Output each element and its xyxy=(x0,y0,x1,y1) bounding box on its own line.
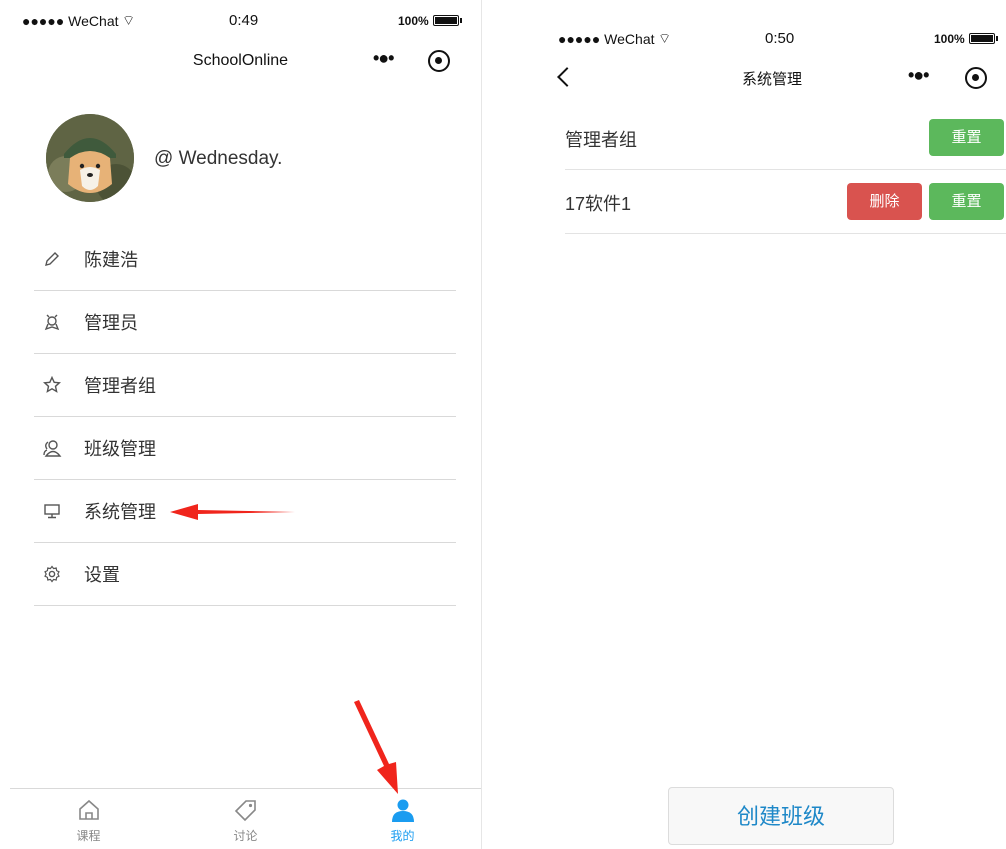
home-icon xyxy=(76,797,102,823)
row-label: 17软件1 xyxy=(565,194,632,214)
list-item: 17软件1 删除 重置 xyxy=(565,170,1006,234)
battery-percent: 100% xyxy=(934,32,965,46)
person-icon xyxy=(390,797,416,823)
tab-courses[interactable]: 课程 xyxy=(10,789,167,849)
battery-indicator: 100% xyxy=(934,32,998,46)
menu-item-label: 设置 xyxy=(84,565,120,585)
tab-label: 讨论 xyxy=(233,829,258,843)
system-list: 管理者组 重置 17软件1 删除 重置 xyxy=(565,106,1006,234)
status-bar: ●●●●● WeChat ⌔ 0:49 100% xyxy=(0,10,481,32)
menu-item-admin[interactable]: 管理员 xyxy=(34,291,456,354)
tag-icon xyxy=(233,797,259,823)
close-miniprogram-icon[interactable] xyxy=(965,67,987,89)
menu-item-label: 管理员 xyxy=(84,313,138,333)
tab-discussion[interactable]: 讨论 xyxy=(167,789,324,849)
tab-label: 课程 xyxy=(76,829,101,843)
battery-indicator: 100% xyxy=(398,14,462,28)
create-class-button[interactable]: 创建班级 xyxy=(668,787,894,845)
battery-percent: 100% xyxy=(398,14,429,28)
gear-icon xyxy=(42,564,62,584)
annotation-arrow-icon xyxy=(170,504,295,520)
tab-mine[interactable]: 我的 xyxy=(324,789,481,849)
menu-item-label: 班级管理 xyxy=(84,439,156,459)
award-icon xyxy=(42,312,62,332)
users-icon xyxy=(42,438,62,458)
profile-menu: 陈建浩 管理员 管理者组 班级管理 系统管理 设置 xyxy=(34,228,456,606)
menu-item-settings[interactable]: 设置 xyxy=(34,543,456,606)
battery-icon xyxy=(968,33,998,44)
row-label: 管理者组 xyxy=(565,130,637,150)
close-miniprogram-icon[interactable] xyxy=(428,50,450,72)
status-bar: ●●●●● WeChat ⌔ 0:50 100% xyxy=(538,28,1006,50)
tab-bar: 课程 讨论 我的 xyxy=(10,788,481,849)
status-time: 0:49 xyxy=(229,12,259,29)
menu-item-label: 陈建浩 xyxy=(84,250,138,270)
username: @ Wednesday. xyxy=(154,148,283,169)
reset-button[interactable]: 重置 xyxy=(929,183,1004,220)
menu-item-class-management[interactable]: 班级管理 xyxy=(34,417,456,480)
menu-item-label: 管理者组 xyxy=(84,376,156,396)
right-screen: ●●●●● WeChat ⌔ 0:50 100% 系统管理 •●• 管理者组 重… xyxy=(538,0,1006,849)
star-icon xyxy=(42,375,62,395)
more-icon[interactable]: •●• xyxy=(373,48,395,69)
nav-bar: SchoolOnline •●• xyxy=(0,44,481,84)
screen-divider xyxy=(481,0,482,849)
pencil-icon xyxy=(42,249,62,269)
more-icon[interactable]: •●• xyxy=(908,65,930,86)
list-item: 管理者组 重置 xyxy=(565,106,1006,170)
nav-bar: 系统管理 •●• xyxy=(538,62,1006,102)
annotation-arrow-icon xyxy=(354,700,398,794)
wifi-icon: ⌔ xyxy=(122,12,136,28)
menu-item-manager-group[interactable]: 管理者组 xyxy=(34,354,456,417)
battery-icon xyxy=(432,15,462,26)
status-time: 0:50 xyxy=(765,30,795,47)
left-screen: ●●●●● WeChat ⌔ 0:49 100% SchoolOnline •●… xyxy=(0,0,481,849)
menu-item-name[interactable]: 陈建浩 xyxy=(34,228,456,291)
menu-item-label: 系统管理 xyxy=(84,502,156,522)
page-title: 系统管理 xyxy=(741,71,802,88)
delete-button[interactable]: 删除 xyxy=(847,183,922,220)
wifi-icon: ⌔ xyxy=(658,30,672,46)
page-title: SchoolOnline xyxy=(192,52,289,69)
tab-label: 我的 xyxy=(390,829,415,843)
reset-button[interactable]: 重置 xyxy=(929,119,1004,156)
monitor-icon xyxy=(42,501,62,521)
avatar[interactable] xyxy=(46,114,134,202)
carrier-label: ●●●●● WeChat xyxy=(22,13,119,29)
carrier-label: ●●●●● WeChat xyxy=(558,31,655,47)
